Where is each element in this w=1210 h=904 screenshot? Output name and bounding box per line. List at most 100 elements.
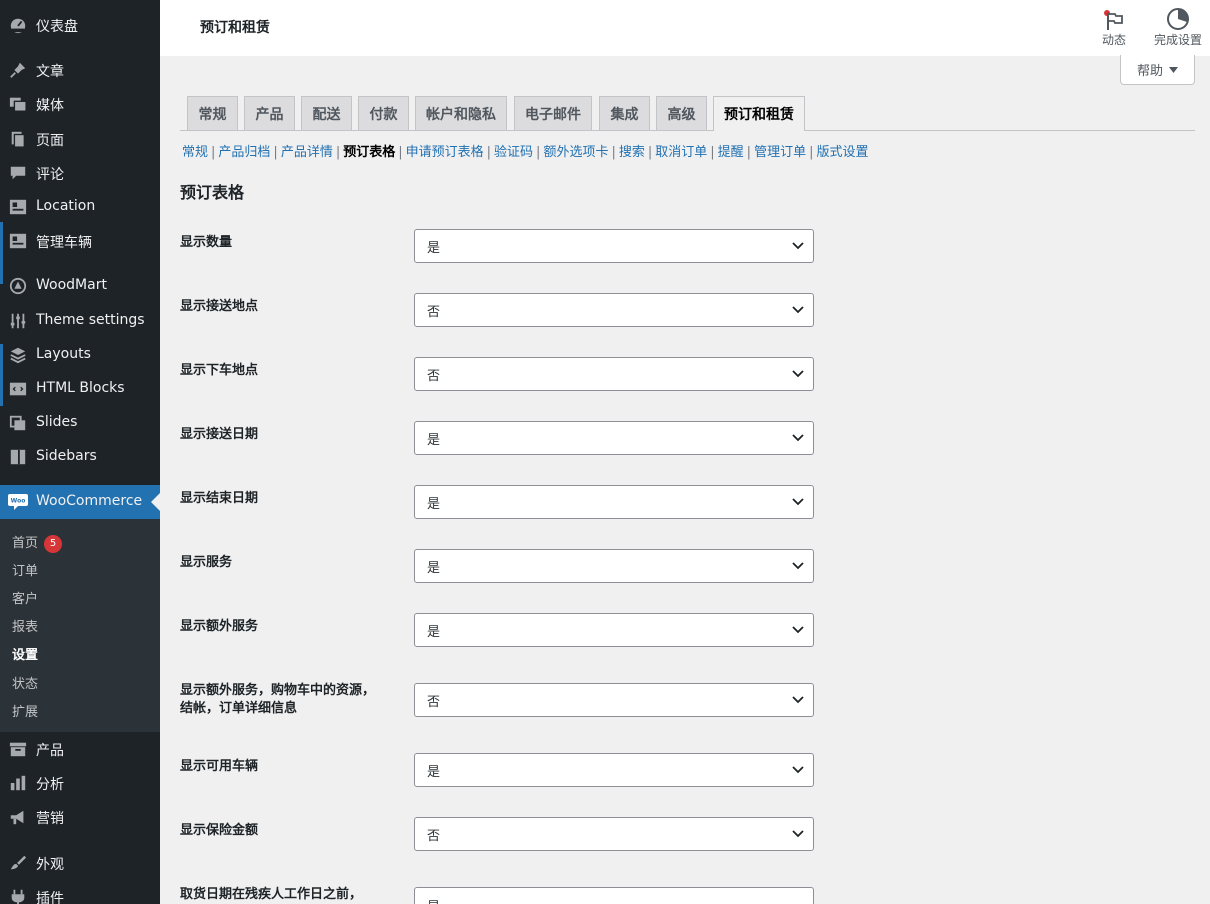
sidebar-item-plugins[interactable]: 插件 bbox=[0, 880, 160, 904]
sidebar-item-label: 评论 bbox=[36, 167, 64, 183]
sidebar-item-woodmart[interactable]: WoodMart bbox=[0, 269, 160, 303]
subnav-layout-settings[interactable]: 版式设置 bbox=[816, 145, 868, 160]
pickup-date-before-disabled-select[interactable]: 是 bbox=[414, 887, 814, 904]
submenu-item-reports[interactable]: 报表 bbox=[12, 616, 38, 635]
show-quantity-select[interactable]: 是 bbox=[414, 229, 814, 263]
sidebar-item-woocommerce[interactable]: Woo WooCommerce bbox=[0, 485, 160, 519]
notification-badge: 5 bbox=[44, 535, 63, 553]
sidebar-item-html-blocks[interactable]: HTML Blocks bbox=[0, 372, 160, 406]
sidebar-item-vehicles[interactable]: 管理车辆 bbox=[0, 224, 160, 258]
submenu-item-settings[interactable]: 设置 bbox=[12, 644, 38, 663]
sidebar-item-slides[interactable]: Slides bbox=[0, 406, 160, 440]
archive-icon bbox=[8, 739, 28, 759]
sidebar-item-posts[interactable]: 文章 bbox=[0, 53, 160, 87]
show-available-vehicles-select[interactable]: 是 bbox=[414, 753, 814, 787]
sidebar-item-analytics[interactable]: 分析 bbox=[0, 766, 160, 800]
sidebar-item-comments[interactable]: 评论 bbox=[0, 156, 160, 190]
activity-label: 动态 bbox=[1101, 33, 1126, 47]
woodmart-icon bbox=[8, 276, 28, 296]
page-title: 预订和租赁 bbox=[200, 20, 270, 36]
tab-accounts-privacy[interactable]: 帐户和隐私 bbox=[415, 96, 507, 130]
sidebar-item-label: WoodMart bbox=[36, 277, 107, 293]
select-value: 否 bbox=[427, 304, 441, 320]
select-value: 否 bbox=[427, 694, 441, 710]
sidebar-item-label: 外观 bbox=[36, 857, 64, 873]
show-services-select[interactable]: 是 bbox=[414, 549, 814, 583]
finish-setup-button[interactable]: 完成设置 bbox=[1150, 5, 1206, 48]
sidebar-item-layouts[interactable]: Layouts bbox=[0, 338, 160, 372]
subnav-search[interactable]: 搜索 bbox=[619, 145, 645, 160]
sidebar-item-label: Location bbox=[36, 198, 96, 214]
woo-icon: Woo bbox=[8, 492, 28, 512]
sidebar-item-marketing[interactable]: 营销 bbox=[0, 800, 160, 834]
submenu-item-extensions[interactable]: 扩展 bbox=[12, 701, 38, 720]
sidebar-item-pages[interactable]: 页面 bbox=[0, 122, 160, 156]
show-dropoff-location-select[interactable]: 否 bbox=[414, 357, 814, 391]
show-pickup-date-select[interactable]: 是 bbox=[414, 421, 814, 455]
subnav-general[interactable]: 常规 bbox=[182, 145, 208, 160]
layers-icon bbox=[8, 345, 28, 365]
setup-label: 完成设置 bbox=[1153, 33, 1202, 47]
field-label: 取货日期在残疾人工作日之前， bbox=[180, 887, 363, 902]
subnav-product-details[interactable]: 产品详情 bbox=[281, 145, 333, 160]
help-button[interactable]: 帮助 bbox=[1120, 55, 1195, 85]
sidebar-item-label: Layouts bbox=[36, 346, 91, 362]
sidebar-item-location[interactable]: Location bbox=[0, 190, 160, 224]
show-insurance-amount-select[interactable]: 否 bbox=[414, 817, 814, 851]
slides-icon bbox=[8, 413, 28, 433]
activity-button[interactable]: 动态 bbox=[1097, 5, 1131, 48]
subnav-product-archive[interactable]: 产品归档 bbox=[218, 145, 270, 160]
tab-shipping[interactable]: 配送 bbox=[301, 96, 352, 130]
subnav-manage-orders[interactable]: 管理订单 bbox=[754, 145, 806, 160]
subnav-captcha[interactable]: 验证码 bbox=[494, 145, 533, 160]
show-pickup-location-select[interactable]: 否 bbox=[414, 293, 814, 327]
field-label: 显示数量 bbox=[180, 235, 233, 250]
show-extra-services-cart-select[interactable]: 否 bbox=[414, 683, 814, 717]
tab-integration[interactable]: 集成 bbox=[599, 96, 650, 130]
sidebar-item-dashboard[interactable]: 仪表盘 bbox=[0, 8, 160, 42]
show-end-date-select[interactable]: 是 bbox=[414, 485, 814, 519]
tab-products[interactable]: 产品 bbox=[244, 96, 295, 130]
submenu-item-status[interactable]: 状态 bbox=[12, 673, 38, 692]
sidebar-item-label: 插件 bbox=[36, 891, 64, 904]
subnav-booking-form[interactable]: 预订表格 bbox=[343, 145, 395, 160]
sidebar-item-label: HTML Blocks bbox=[36, 380, 125, 396]
subnav-request-booking-form[interactable]: 申请预订表格 bbox=[406, 145, 484, 160]
sidebar-item-label: Slides bbox=[36, 414, 78, 430]
sidebar-item-appearance[interactable]: 外观 bbox=[0, 846, 160, 880]
select-value: 是 bbox=[427, 764, 441, 780]
megaphone-icon bbox=[8, 807, 28, 827]
field-label: 显示结束日期 bbox=[180, 491, 259, 506]
location-icon bbox=[8, 197, 28, 217]
pin-icon bbox=[8, 60, 28, 80]
field-label: 显示保险金额 bbox=[180, 823, 259, 838]
tab-payments[interactable]: 付款 bbox=[358, 96, 409, 130]
tab-emails[interactable]: 电子邮件 bbox=[514, 96, 592, 130]
submenu-item-customers[interactable]: 客户 bbox=[12, 588, 38, 607]
sidebar-item-sidebars[interactable]: Sidebars bbox=[0, 440, 160, 474]
help-label: 帮助 bbox=[1136, 64, 1163, 79]
chevron-down-icon bbox=[792, 370, 804, 378]
sidebar-item-media[interactable]: 媒体 bbox=[0, 87, 160, 121]
submenu-item-home[interactable]: 首页 5 bbox=[12, 532, 63, 553]
woo-logo-text: Woo bbox=[11, 498, 26, 505]
progress-ring-icon bbox=[1150, 5, 1206, 31]
subnav-extra-tabs[interactable]: 额外选项卡 bbox=[543, 145, 608, 160]
tab-advanced[interactable]: 高级 bbox=[656, 96, 707, 130]
show-extra-services-select[interactable]: 是 bbox=[414, 613, 814, 647]
chevron-down-icon bbox=[792, 498, 804, 506]
tab-general[interactable]: 常规 bbox=[187, 96, 238, 130]
subnav-reminder[interactable]: 提醒 bbox=[718, 145, 744, 160]
sidebar-item-products[interactable]: 产品 bbox=[0, 732, 160, 766]
field-label: 显示接送地点 bbox=[180, 299, 259, 314]
sidebar-item-label: 页面 bbox=[36, 133, 64, 149]
sidebar-item-label: 管理车辆 bbox=[36, 235, 92, 251]
subnav-cancel-order[interactable]: 取消订单 bbox=[655, 145, 707, 160]
sidebar-item-theme-settings[interactable]: Theme settings bbox=[0, 304, 160, 338]
settings-subnav: 常规 | 产品归档 | 产品详情 | 预订表格 | 申请预订表格 | 验证码 | 额外选项卡 | 搜索 | 取消… bbox=[182, 145, 869, 160]
plugin-icon bbox=[8, 887, 28, 904]
sidebar-item-label: 营销 bbox=[36, 811, 64, 827]
sidebars-icon bbox=[8, 447, 28, 467]
tab-booking-rental[interactable]: 预订和租赁 bbox=[713, 96, 805, 131]
submenu-item-orders[interactable]: 订单 bbox=[12, 560, 38, 579]
